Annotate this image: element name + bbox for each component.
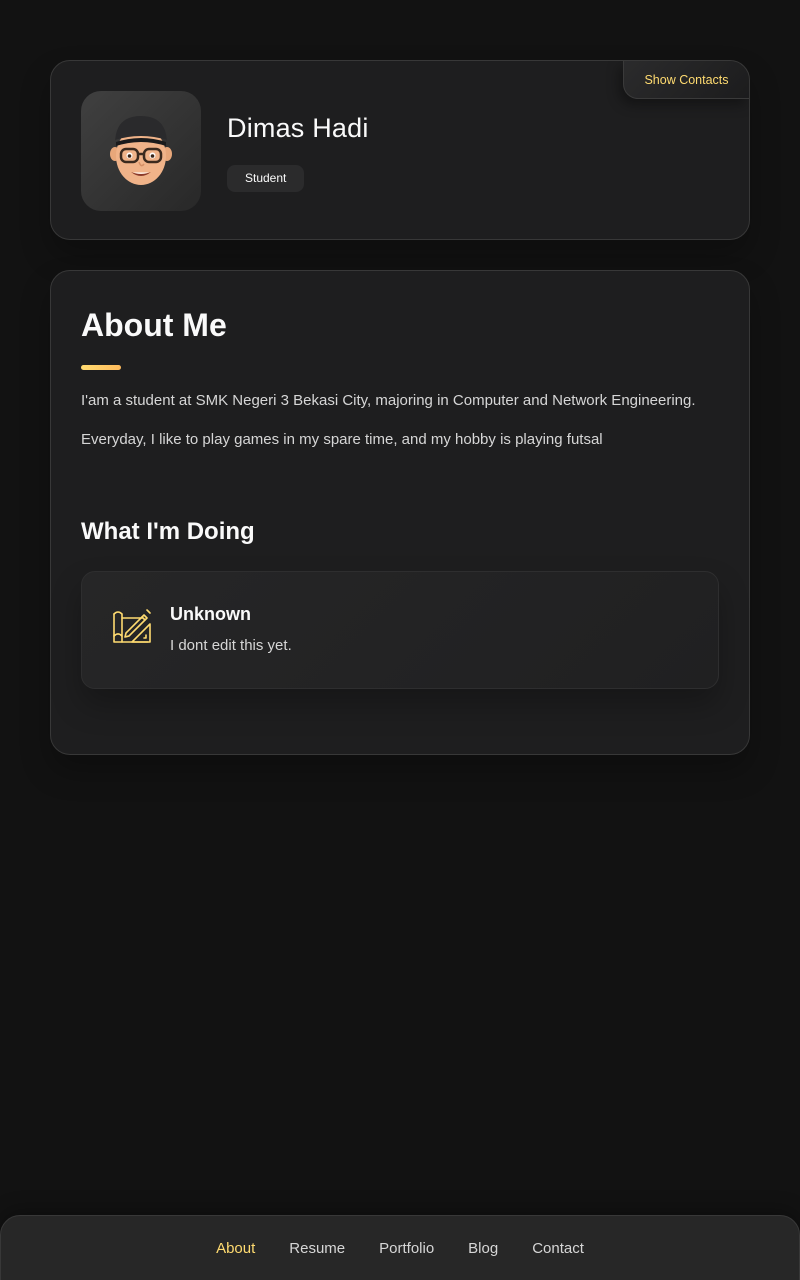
about-article: About Me I'am a student at SMK Negeri 3 …	[50, 270, 750, 755]
service-item: Unknown I dont edit this yet.	[81, 571, 719, 689]
service-section-title: What I'm Doing	[81, 518, 255, 545]
nav-contact[interactable]: Contact	[515, 1240, 601, 1257]
design-icon	[113, 609, 151, 643]
profile-title-badge: Student	[227, 165, 305, 192]
service-text: I dont edit this yet.	[170, 637, 292, 654]
nav-resume[interactable]: Resume	[272, 1240, 362, 1257]
about-paragraph-2: Everyday, I like to play games in my spa…	[81, 431, 603, 448]
avatar	[81, 91, 201, 211]
service-title: Unknown	[170, 604, 251, 624]
nav-portfolio[interactable]: Portfolio	[362, 1240, 451, 1257]
about-text: I'am a student at SMK Negeri 3 Bekasi Ci…	[81, 389, 701, 452]
about-paragraph-1: I'am a student at SMK Negeri 3 Bekasi Ci…	[81, 392, 696, 409]
profile-card: Dimas Hadi Student Show Contacts	[50, 60, 750, 240]
title-underline	[81, 365, 121, 370]
nav-blog[interactable]: Blog	[451, 1240, 515, 1257]
memoji-avatar-icon	[110, 116, 172, 185]
show-contacts-button[interactable]: Show Contacts	[623, 61, 749, 99]
profile-name: Dimas Hadi	[227, 113, 369, 143]
nav-list: About Resume Portfolio Blog Contact	[1, 1216, 799, 1280]
nav-about[interactable]: About	[199, 1240, 272, 1257]
page-title: About Me	[81, 307, 227, 343]
bottom-navbar: About Resume Portfolio Blog Contact	[0, 1215, 800, 1280]
